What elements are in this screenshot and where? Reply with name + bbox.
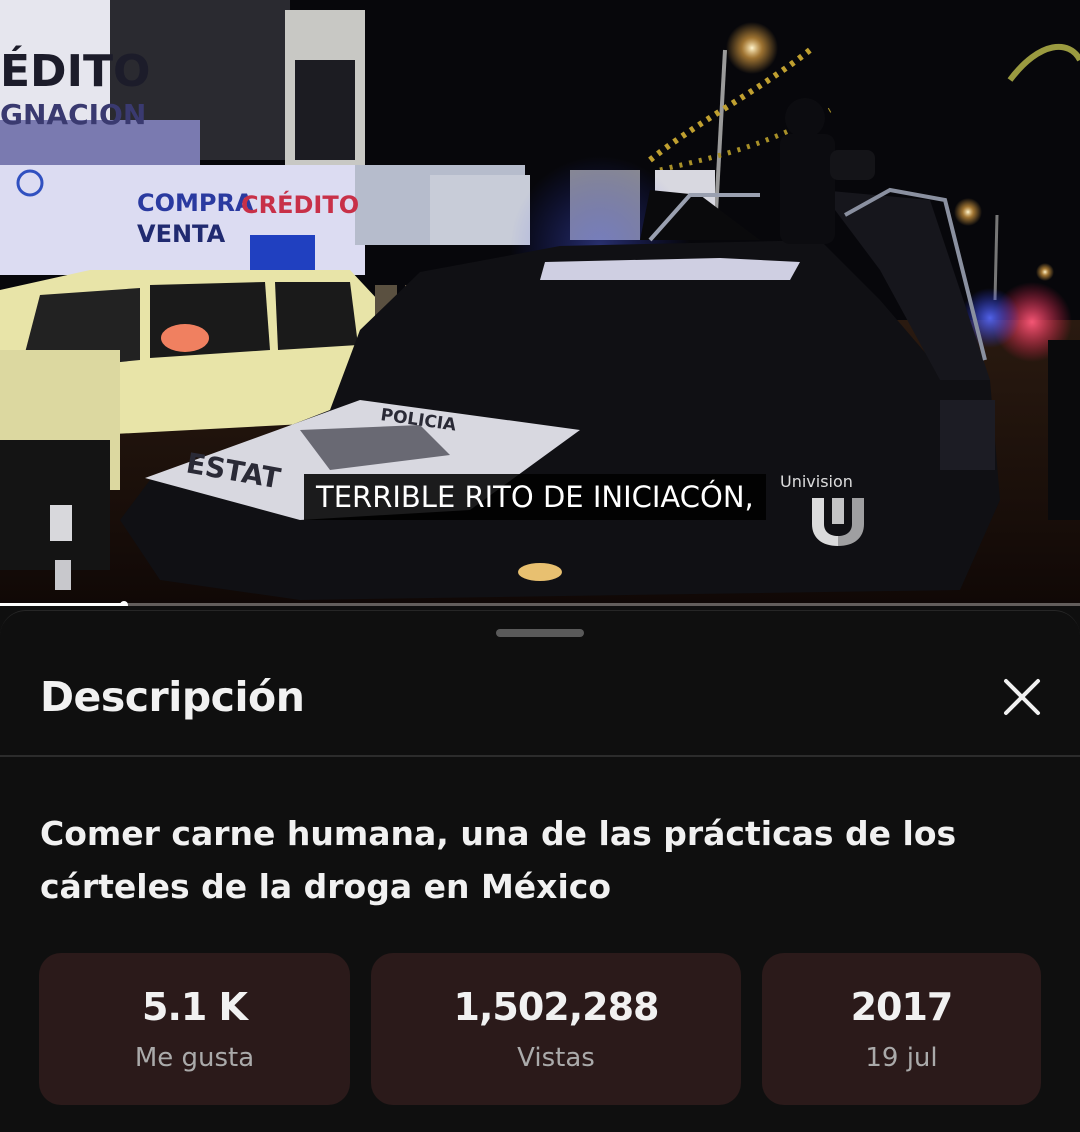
likes-count: 5.1 K [142,985,248,1029]
date-stat: 2017 19 jul [762,953,1041,1105]
video-player[interactable]: ÉDITO GNACION COMPRA CRÉDITO VENTA POLIC… [0,0,1080,606]
description-panel: Descripción Comer carne humana, una de l… [0,610,1080,1132]
scene-shop-sign-2: VENTA [137,220,226,248]
video-title: Comer carne humana, una de las prácticas… [40,814,957,906]
close-button[interactable] [994,669,1050,725]
drag-handle[interactable] [496,629,584,637]
scene-shop-sign-1a: COMPRA [137,189,254,217]
univision-logo-icon [812,498,864,546]
scene-sign-top-2: GNACION [0,98,146,131]
views-count: 1,502,288 [453,985,660,1029]
panel-title: Descripción [40,673,305,721]
stats-row: 5.1 K Me gusta 1,502,288 Vistas 2017 19 … [0,953,1080,1105]
likes-stat: 5.1 K Me gusta [39,953,350,1105]
close-icon [1004,679,1040,715]
video-progress-scrubber[interactable] [120,601,128,606]
channel-watermark: Univision [780,472,853,491]
scene-shop-sign-1b: CRÉDITO [241,190,359,219]
views-stat: 1,502,288 Vistas [371,953,741,1105]
header-divider [0,755,1080,757]
video-progress-bar[interactable] [0,601,1080,606]
publish-year: 2017 [850,985,954,1029]
publish-date: 19 jul [865,1043,938,1073]
views-label: Vistas [517,1043,595,1073]
video-progress-fill [0,603,124,606]
video-subtitle: TERRIBLE RITO DE INICIACÓN, [304,474,766,520]
scene-sign-top-1: ÉDITO [0,44,150,97]
likes-label: Me gusta [134,1043,255,1073]
